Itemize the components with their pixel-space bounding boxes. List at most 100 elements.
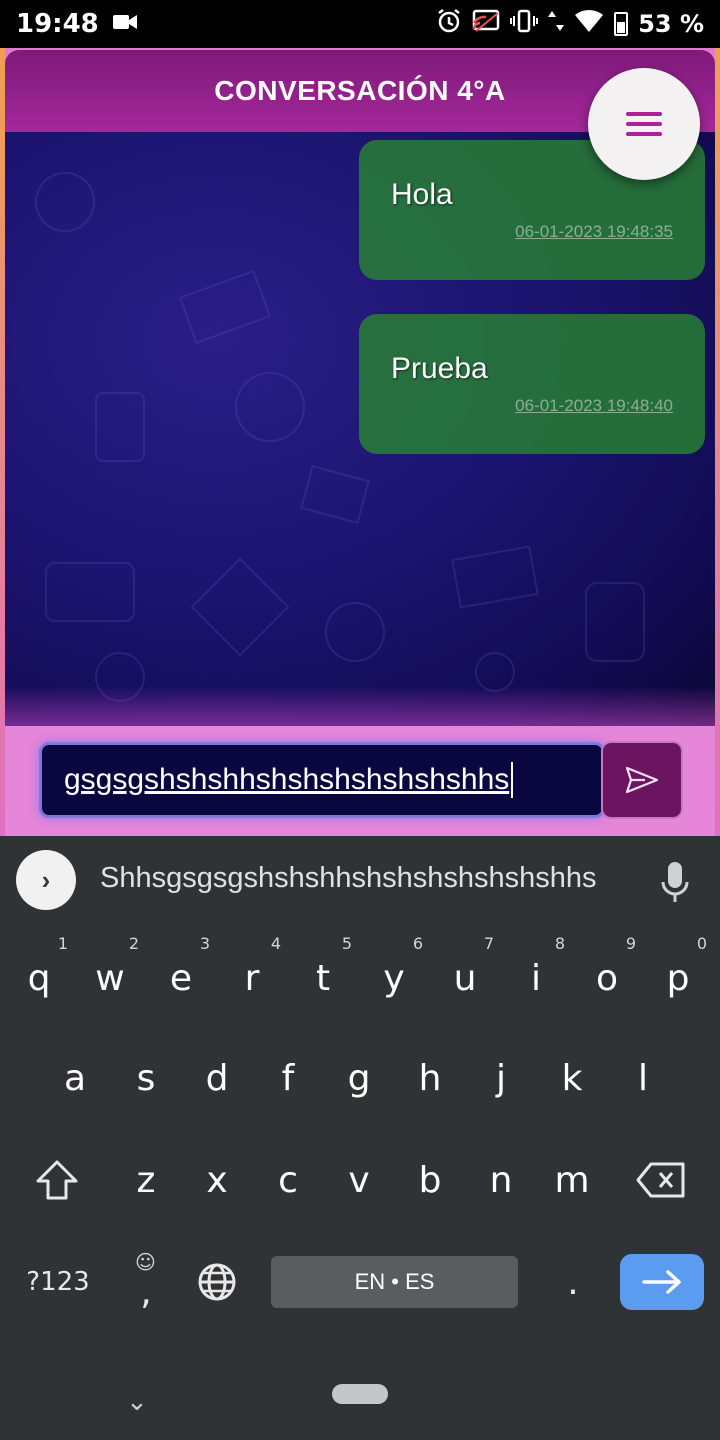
alarm-icon — [436, 8, 462, 40]
key-j[interactable]: j — [466, 1028, 536, 1128]
key-l[interactable]: l — [608, 1028, 678, 1128]
message-timestamp: 06-01-2023 19:48:35 — [515, 222, 673, 241]
key-p[interactable]: p0 — [643, 928, 713, 1028]
key-hint: 8 — [554, 934, 565, 953]
key-s[interactable]: s — [111, 1028, 181, 1128]
language-key[interactable] — [182, 1232, 252, 1332]
background-doodle — [45, 562, 135, 622]
background-doodle — [35, 172, 95, 232]
key-label: u — [453, 957, 477, 999]
chat-app: CONVERSACIÓN 4°A Hola 06-01-2023 19:48:3… — [0, 48, 720, 836]
key-v[interactable]: v — [324, 1130, 394, 1230]
send-icon — [625, 766, 659, 794]
key-hint: 0 — [696, 934, 707, 953]
key-h[interactable]: h — [395, 1028, 465, 1128]
arrow-right-icon — [642, 1270, 681, 1294]
key-hint: 7 — [483, 934, 494, 953]
expand-suggestions-button[interactable]: › — [16, 850, 76, 910]
key-hint: 3 — [199, 934, 210, 953]
background-doodle — [451, 545, 539, 609]
comma-key[interactable]: ☺ , — [111, 1232, 181, 1332]
home-pill[interactable] — [332, 1384, 388, 1404]
key-label: l — [637, 1057, 648, 1099]
message-list[interactable]: Hola 06-01-2023 19:48:35 Prueba 06-01-20… — [5, 132, 715, 726]
clock: 19:48 — [16, 9, 99, 39]
key-label: c — [278, 1159, 298, 1201]
key-u[interactable]: u7 — [430, 928, 500, 1028]
backspace-key[interactable] — [626, 1130, 696, 1230]
key-label: t — [315, 957, 331, 999]
suggestion-strip: › Shhsgsgsgshshshhshshshshshshshhs — [0, 836, 720, 924]
background-doodle — [190, 557, 290, 657]
key-hint: 5 — [341, 934, 352, 953]
message-timestamp: 06-01-2023 19:48:40 — [515, 396, 673, 415]
status-bar: 19:48 x 53 % — [0, 0, 720, 48]
key-t[interactable]: t5 — [288, 928, 358, 1028]
key-b[interactable]: b — [395, 1130, 465, 1230]
key-label: a — [63, 1057, 87, 1099]
key-x[interactable]: x — [182, 1130, 252, 1230]
key-c[interactable]: c — [253, 1130, 323, 1230]
background-doodle — [235, 372, 305, 442]
symbols-key-label: ?123 — [26, 1267, 90, 1297]
key-hint: 6 — [412, 934, 423, 953]
key-o[interactable]: o9 — [572, 928, 642, 1028]
key-label: x — [206, 1159, 228, 1201]
shift-key[interactable] — [22, 1130, 92, 1230]
key-r[interactable]: r4 — [217, 928, 287, 1028]
key-e[interactable]: e3 — [146, 928, 216, 1028]
hamburger-menu-icon — [626, 112, 662, 136]
chevron-down-icon[interactable]: ⌄ — [126, 1386, 148, 1417]
background-doodle — [300, 465, 370, 524]
key-y[interactable]: y6 — [359, 928, 429, 1028]
message-text: Prueba — [391, 352, 488, 385]
key-label: n — [489, 1159, 513, 1201]
chat-bottom-glow — [5, 686, 715, 726]
emoji-icon: ☺ — [135, 1250, 156, 1274]
text-caret — [511, 762, 514, 798]
symbols-key[interactable]: ?123 — [22, 1232, 94, 1332]
key-label: r — [244, 957, 260, 999]
period-key[interactable]: . — [538, 1232, 608, 1332]
svg-text:x: x — [592, 25, 598, 33]
system-nav-bar: ⌄ — [0, 1366, 720, 1440]
key-label: z — [136, 1159, 156, 1201]
menu-button[interactable] — [588, 68, 700, 180]
cast-icon — [472, 9, 500, 39]
key-label: h — [418, 1057, 442, 1099]
key-label: d — [205, 1057, 229, 1099]
key-z[interactable]: z — [111, 1130, 181, 1230]
key-f[interactable]: f — [253, 1028, 323, 1128]
microphone-icon[interactable] — [660, 858, 690, 908]
suggestion-word[interactable]: Shhsgsgsgshshshhshshshshshshshhs — [100, 862, 597, 895]
key-label: m — [554, 1159, 590, 1201]
key-q[interactable]: q1 — [4, 928, 74, 1028]
battery-percent: 53 % — [638, 10, 704, 38]
soft-keyboard: › Shhsgsgsgshshshhshshshshshshshhs q1w2e… — [0, 836, 720, 1440]
video-camera-icon — [112, 11, 137, 37]
key-label: b — [418, 1159, 442, 1201]
key-label: p — [666, 957, 690, 999]
message-text: Hola — [391, 178, 453, 211]
key-k[interactable]: k — [537, 1028, 607, 1128]
key-i[interactable]: i8 — [501, 928, 571, 1028]
key-hint: 2 — [128, 934, 139, 953]
key-label: g — [347, 1057, 371, 1099]
background-doodle — [95, 392, 145, 462]
key-g[interactable]: g — [324, 1028, 394, 1128]
message-input[interactable]: gsgsgshshshhshshshshshshshhs — [39, 742, 605, 818]
key-d[interactable]: d — [182, 1028, 252, 1128]
key-w[interactable]: w2 — [75, 928, 145, 1028]
key-n[interactable]: n — [466, 1130, 536, 1230]
key-a[interactable]: a — [40, 1028, 110, 1128]
send-button[interactable] — [601, 741, 683, 819]
enter-key[interactable] — [620, 1254, 704, 1310]
backspace-icon — [636, 1162, 685, 1198]
key-label: s — [136, 1057, 156, 1099]
key-m[interactable]: m — [537, 1130, 607, 1230]
globe-icon — [198, 1263, 236, 1301]
background-doodle — [178, 269, 272, 345]
key-label: w — [95, 957, 125, 999]
page-title: CONVERSACIÓN 4°A — [214, 75, 506, 106]
space-bar[interactable]: EN • ES — [271, 1256, 518, 1308]
